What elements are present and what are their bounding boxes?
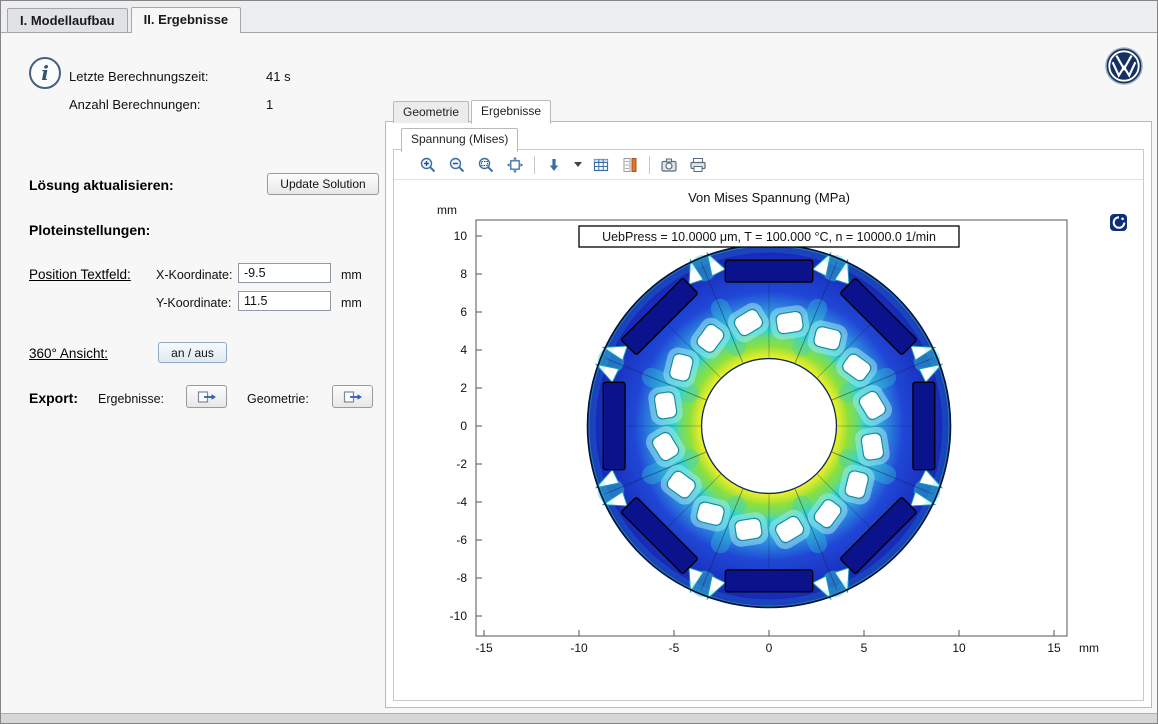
svg-text:0: 0 [765,641,772,655]
view-orientation-icon[interactable] [544,155,564,175]
graphics-area: Von Mises Spannung (MPa) mm UebPress = 1… [394,180,1143,700]
view-360-label: 360° Ansicht: [29,346,108,361]
view-orientation-dropdown-icon[interactable] [573,155,582,175]
x-axis-unit: mm [1079,641,1099,655]
tab-label: I. Modellaufbau [20,13,115,28]
vw-logo [1105,47,1143,85]
svg-text:8: 8 [460,267,467,281]
tab-label: Geometrie [403,105,459,119]
tab-label: Ergebnisse [481,104,541,118]
svg-text:2: 2 [460,381,467,395]
plot-panel: Von Mises Spannung (MPa) mm UebPress = 1… [393,149,1144,701]
svg-text:4: 4 [460,343,467,357]
svg-text:10: 10 [952,641,966,655]
stat-label: Anzahl Berechnungen: [69,97,201,112]
stat-value: 1 [266,97,273,112]
y-axis-ticks: -10 -8 -6 -4 -2 0 2 4 6 8 10 [449,229,481,623]
info-icon: i [29,57,61,89]
annotation-text: UebPress = 10.0000 μm, T = 100.000 °C, n… [602,230,936,244]
svg-text:6: 6 [460,305,467,319]
comsol-logo-button[interactable] [1110,214,1127,231]
window-bottom-edge [1,713,1157,723]
grid-icon[interactable] [591,155,611,175]
svg-text:15: 15 [1047,641,1061,655]
plot-tabbar: Spannung (Mises) [401,128,518,151]
results-tabbar: Geometrie Ergebnisse [393,100,551,123]
stat-label: Letzte Berechnungszeit: [69,69,208,84]
svg-text:-15: -15 [475,641,493,655]
svg-text:-10: -10 [570,641,588,655]
update-solution-button[interactable]: Update Solution [267,173,379,195]
color-legend-icon[interactable] [620,155,640,175]
svg-text:0: 0 [460,419,467,433]
y-coordinate-input[interactable] [238,291,331,311]
tab-results[interactable]: Ergebnisse [471,100,551,124]
graphics-toolbar [394,150,1143,180]
svg-text:10: 10 [453,229,467,243]
svg-text:-10: -10 [449,609,467,623]
svg-text:-2: -2 [456,457,467,471]
export-geometry-label: Geometrie: [247,392,309,406]
x-axis-ticks: -15 -10 -5 0 5 10 15 [475,630,1061,655]
view-360-toggle-button[interactable]: an / aus [158,342,227,363]
export-results-label: Ergebnisse: [98,392,164,406]
export-icon [343,387,363,407]
print-icon[interactable] [688,155,708,175]
tab-spannung-mises[interactable]: Spannung (Mises) [401,128,518,152]
toolbar-separator [534,156,535,174]
zoom-extents-icon[interactable] [505,155,525,175]
y-axis-unit: mm [437,203,457,217]
tab-geometrie[interactable]: Geometrie [393,101,469,123]
zoom-in-icon[interactable] [418,155,438,175]
tab-ergebnisse[interactable]: II. Ergebnisse [131,7,242,33]
export-heading: Export: [29,390,78,406]
svg-text:5: 5 [860,641,867,655]
stat-value: 41 s [266,69,291,84]
plot-title: Von Mises Spannung (MPa) [688,190,850,205]
tab-modellaufbau[interactable]: I. Modellaufbau [7,8,128,32]
svg-text:-4: -4 [456,495,467,509]
graphics-canvas[interactable]: Von Mises Spannung (MPa) mm UebPress = 1… [419,184,1119,662]
app-window: I. Modellaufbau II. Ergebnisse i Letzte … [0,0,1158,724]
zoom-out-icon[interactable] [447,155,467,175]
svg-text:-6: -6 [456,533,467,547]
y-unit-label: mm [341,296,362,310]
svg-text:-5: -5 [668,641,679,655]
plot-settings-heading: Ploteinstellungen: [29,222,150,238]
position-textfield-label: Position Textfeld: [29,267,131,282]
tab-label: Spannung (Mises) [411,132,508,146]
x-coordinate-input[interactable] [238,263,331,283]
export-geometry-button[interactable] [332,385,373,408]
toolbar-separator [649,156,650,174]
zoom-selection-icon[interactable] [476,155,496,175]
x-unit-label: mm [341,268,362,282]
export-results-button[interactable] [186,385,227,408]
svg-text:-8: -8 [456,571,467,585]
snapshot-camera-icon[interactable] [659,155,679,175]
update-solution-heading: Lösung aktualisieren: [29,177,174,193]
rotor-stress-plot [587,245,950,608]
y-coordinate-label: Y-Koordinate: [156,296,231,310]
tab-label: II. Ergebnisse [144,12,229,27]
x-coordinate-label: X-Koordinate: [156,268,232,282]
export-icon [197,387,217,407]
main-tabbar: I. Modellaufbau II. Ergebnisse [1,1,1157,33]
